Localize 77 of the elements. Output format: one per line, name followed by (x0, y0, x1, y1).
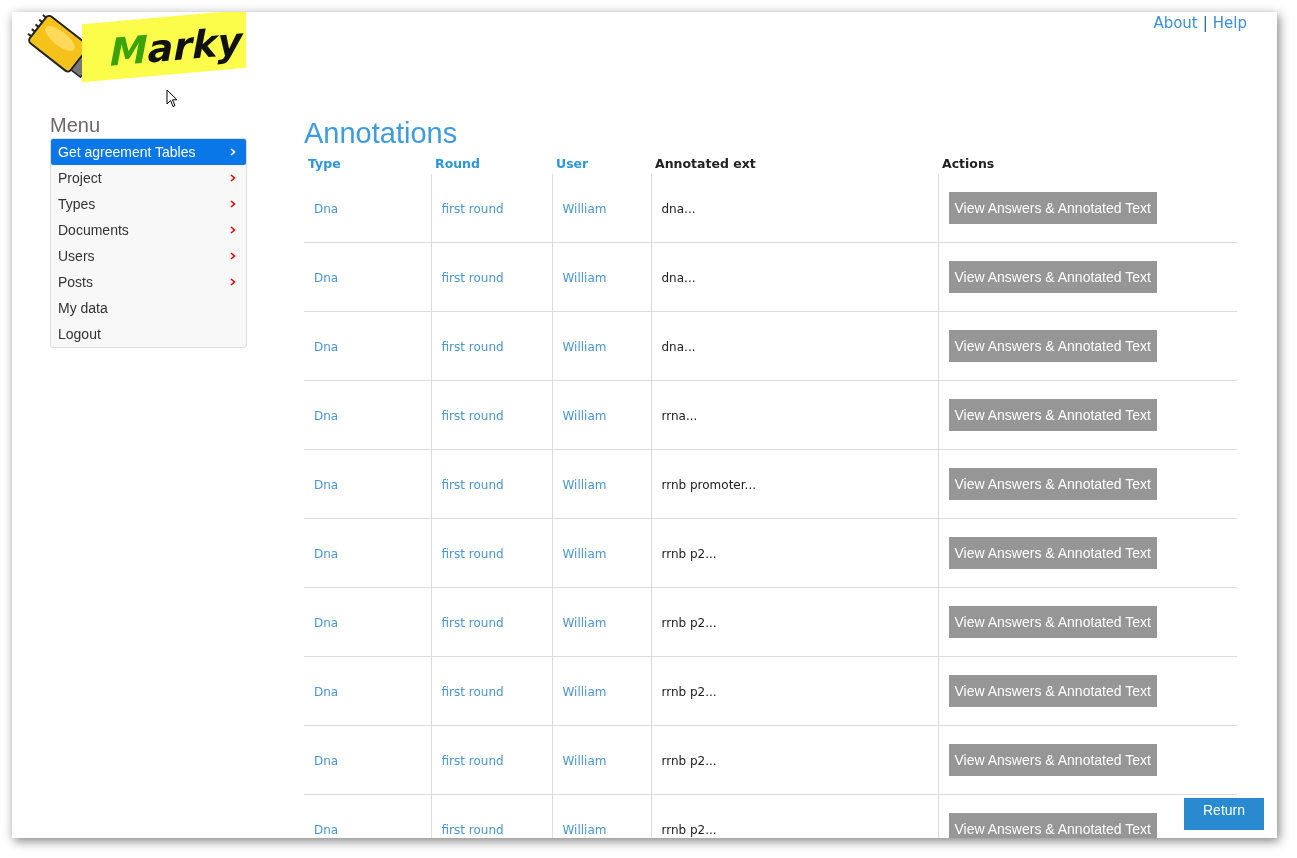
round-link[interactable]: first round (441, 822, 504, 837)
sortable-column-header[interactable]: User (556, 155, 589, 171)
annotated-text-cell: dna... (661, 270, 696, 285)
round-link[interactable]: first round (441, 753, 504, 768)
view-answers-button[interactable]: View Answers & Annotated Text (948, 744, 1157, 776)
round-link[interactable]: first round (441, 477, 504, 492)
type-link[interactable]: Dna (314, 477, 339, 492)
view-answers-button[interactable]: View Answers & Annotated Text (948, 399, 1157, 431)
help-link[interactable]: Help (1212, 14, 1247, 32)
sortable-column-header[interactable]: Round (435, 155, 480, 171)
type-link[interactable]: Dna (314, 339, 339, 354)
view-answers-button[interactable]: View Answers & Annotated Text (948, 813, 1157, 838)
annotated-text-cell: rrna... (661, 408, 698, 423)
user-link[interactable]: William (562, 684, 607, 699)
chevron-icon (230, 200, 236, 208)
user-link[interactable]: William (562, 339, 607, 354)
menu-item[interactable]: Types (51, 191, 246, 217)
round-link[interactable]: first round (441, 270, 504, 285)
type-link[interactable]: Dna (314, 546, 339, 561)
sortable-column-header[interactable]: Type (308, 155, 341, 171)
annotated-text-cell: rrnb p2... (661, 615, 717, 630)
menu-item[interactable]: Get agreement Tables (51, 139, 246, 165)
user-link[interactable]: William (562, 201, 607, 216)
round-link[interactable]: first round (441, 615, 504, 630)
type-link[interactable]: Dna (314, 684, 339, 699)
column-header: Actions (942, 155, 995, 171)
menu-item[interactable]: Posts (51, 269, 246, 295)
type-link[interactable]: Dna (314, 615, 339, 630)
round-link[interactable]: first round (441, 201, 504, 216)
annotated-text-cell: rrnb p2... (661, 684, 717, 699)
round-link[interactable]: first round (441, 408, 504, 423)
type-link[interactable]: Dna (314, 753, 339, 768)
annotated-text-cell: rrnb p2... (661, 546, 717, 561)
user-link[interactable]: William (562, 822, 607, 837)
type-link[interactable]: Dna (314, 270, 339, 285)
about-link[interactable]: About (1153, 14, 1198, 32)
chevron-icon (230, 174, 236, 182)
page-title: Annotations (304, 116, 459, 151)
user-link[interactable]: William (562, 753, 607, 768)
annotated-text-cell: rrnb p2... (661, 753, 717, 768)
user-link[interactable]: William (562, 408, 607, 423)
mouse-pointer-icon (166, 89, 178, 108)
user-link[interactable]: William (562, 546, 607, 561)
user-link[interactable]: William (562, 270, 607, 285)
annotated-text-cell: rrnb promoter... (661, 477, 756, 492)
chevron-icon (230, 226, 236, 234)
user-link[interactable]: William (562, 477, 607, 492)
view-answers-button[interactable]: View Answers & Annotated Text (948, 468, 1157, 500)
view-answers-button[interactable]: View Answers & Annotated Text (948, 261, 1157, 293)
round-link[interactable]: first round (441, 684, 504, 699)
type-link[interactable]: Dna (314, 201, 339, 216)
user-link[interactable]: William (562, 615, 607, 630)
view-answers-button[interactable]: View Answers & Annotated Text (948, 675, 1157, 707)
menu-item[interactable]: Logout (51, 321, 246, 347)
chevron-icon (230, 148, 236, 156)
chevron-icon (230, 252, 236, 260)
link-separator: | (1202, 14, 1208, 32)
view-answers-button[interactable]: View Answers & Annotated Text (948, 537, 1157, 569)
annotated-text-cell: dna... (661, 201, 696, 216)
view-answers-button[interactable]: View Answers & Annotated Text (948, 606, 1157, 638)
menu-item[interactable]: Users (51, 243, 246, 269)
return-button[interactable]: Return (1184, 798, 1264, 830)
menu-item[interactable]: Project (51, 165, 246, 191)
logo-wordmark: Marky (82, 12, 246, 83)
view-answers-button[interactable]: View Answers & Annotated Text (948, 330, 1157, 362)
annotated-text-cell: rrnb p2... (661, 822, 717, 837)
chevron-icon (230, 278, 236, 286)
round-link[interactable]: first round (441, 546, 504, 561)
menu-item[interactable]: Documents (51, 217, 246, 243)
type-link[interactable]: Dna (314, 408, 339, 423)
view-answers-button[interactable]: View Answers & Annotated Text (948, 192, 1157, 224)
menu-title: Menu (50, 113, 102, 138)
column-header: Annotated ext (655, 155, 756, 171)
round-link[interactable]: first round (441, 339, 504, 354)
menu-item[interactable]: My data (51, 295, 246, 321)
annotated-text-cell: dna... (661, 339, 696, 354)
type-link[interactable]: Dna (314, 822, 339, 837)
